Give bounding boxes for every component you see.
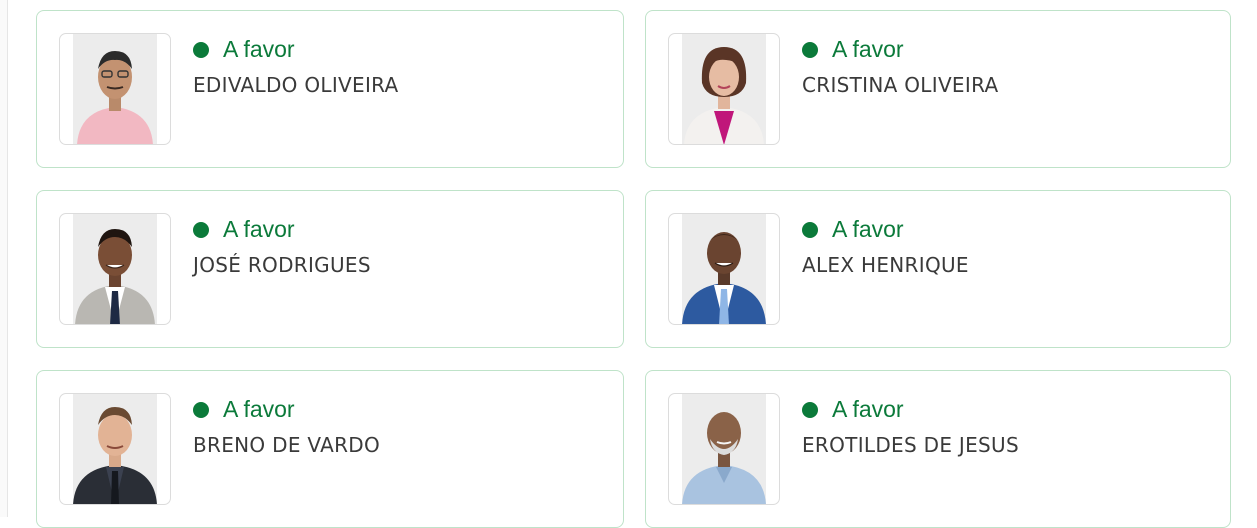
vote-status-label: A favor: [223, 216, 295, 242]
vote-status: A favor: [193, 396, 295, 423]
vote-status-label: A favor: [223, 396, 295, 422]
vote-status: A favor: [193, 36, 295, 63]
vote-status-dot-icon: [193, 221, 209, 238]
member-card[interactable]: A favor EROTILDES DE JESUS: [645, 370, 1231, 528]
member-photo: [59, 213, 171, 325]
member-name: EDIVALDO OLIVEIRA: [193, 73, 399, 97]
member-name: BRENO DE VARDO: [193, 433, 381, 457]
vote-status-label: A favor: [832, 396, 904, 422]
member-photo: [668, 33, 780, 145]
member-card[interactable]: A favor EDIVALDO OLIVEIRA: [36, 10, 624, 168]
vote-status-label: A favor: [832, 216, 904, 242]
vote-status: A favor: [193, 216, 295, 243]
vote-status-dot-icon: [802, 401, 818, 418]
vote-status-label: A favor: [832, 36, 904, 62]
vote-status-dot-icon: [193, 41, 209, 58]
member-card[interactable]: A favor ALEX HENRIQUE: [645, 190, 1231, 348]
member-name: CRISTINA OLIVEIRA: [802, 73, 999, 97]
vote-status: A favor: [802, 396, 904, 423]
left-border: [0, 0, 8, 517]
member-card[interactable]: A favor CRISTINA OLIVEIRA: [645, 10, 1231, 168]
member-photo: [668, 213, 780, 325]
member-photo: [668, 393, 780, 505]
vote-status: A favor: [802, 36, 904, 63]
member-card[interactable]: A favor BRENO DE VARDO: [36, 370, 624, 528]
vote-status-dot-icon: [802, 221, 818, 238]
member-photo: [59, 393, 171, 505]
vote-list: A favor EDIVALDO OLIVEIRA A favor CRISTI…: [36, 10, 1231, 528]
vote-status: A favor: [802, 216, 904, 243]
vote-status-dot-icon: [193, 401, 209, 418]
member-name: EROTILDES DE JESUS: [802, 433, 1019, 457]
vote-status-label: A favor: [223, 36, 295, 62]
member-photo: [59, 33, 171, 145]
vote-status-dot-icon: [802, 41, 818, 58]
member-card[interactable]: A favor JOSÉ RODRIGUES: [36, 190, 624, 348]
member-name: ALEX HENRIQUE: [802, 253, 969, 277]
member-name: JOSÉ RODRIGUES: [193, 253, 371, 277]
